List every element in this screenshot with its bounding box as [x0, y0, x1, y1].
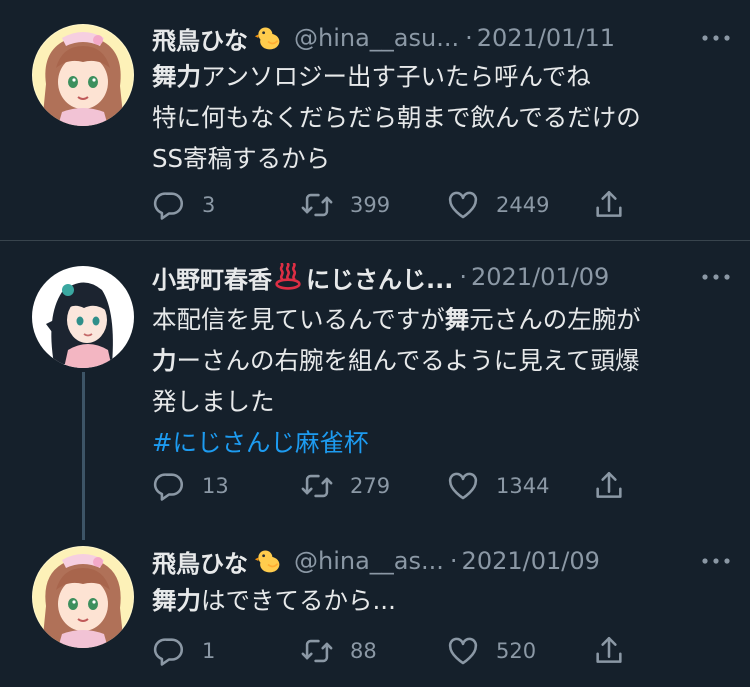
tweet-date[interactable]: 2021/01/09: [471, 263, 609, 291]
reply-icon: [152, 188, 186, 222]
heart-icon: [446, 188, 480, 222]
more-horizontal-icon[interactable]: [692, 543, 732, 579]
share-icon: [592, 469, 626, 503]
action-bar: 3 399 2449: [152, 185, 632, 225]
action-bar: 13 279 1344: [152, 466, 632, 506]
text-segment: 発しました: [152, 387, 275, 416]
separator-dot: ·: [459, 263, 467, 291]
tweet-text: 舞力はできてるから...: [152, 580, 730, 621]
reply-button[interactable]: 1: [152, 634, 215, 668]
text-segment: 舞力: [152, 586, 201, 615]
share-button[interactable]: [592, 634, 626, 668]
text-segment: アンソロジー出す子いたら呼んでね: [201, 62, 591, 91]
like-button[interactable]: 520: [446, 634, 536, 668]
retweet-count: 279: [350, 474, 391, 498]
text-segment: 元さんの左腕が: [469, 305, 641, 334]
like-count: 520: [496, 639, 537, 663]
text-segment: 本配信を見ているんですが: [152, 305, 445, 334]
text-line: 本配信を見ているんですが舞元さんの左腕が: [152, 299, 730, 340]
hot-springs-emoji: [274, 263, 302, 291]
retweet-icon: [300, 188, 334, 222]
reply-count: 1: [202, 639, 216, 663]
tweet-3[interactable]: 飛鳥ひな @hina__as... · 2021/01/09 舞力はできてるから…: [0, 521, 750, 687]
text-line: 舞力アンソロジー出す子いたら呼んでね: [152, 56, 730, 97]
retweet-button[interactable]: 279: [300, 469, 390, 503]
reply-count: 13: [202, 474, 229, 498]
action-bar: 1 88 520: [152, 631, 632, 671]
thread-connector-line: [82, 372, 85, 540]
display-name-suffix[interactable]: にじさんじ...: [306, 260, 453, 295]
share-button[interactable]: [592, 188, 626, 222]
tweet-date[interactable]: 2021/01/09: [462, 547, 600, 575]
avatar[interactable]: [32, 266, 134, 368]
retweet-count: 399: [350, 193, 391, 217]
avatar-image: [32, 546, 134, 648]
like-button[interactable]: 1344: [446, 469, 549, 503]
retweet-icon: [300, 469, 334, 503]
heart-icon: [446, 634, 480, 668]
avatar[interactable]: [32, 24, 134, 126]
hashtag-link[interactable]: #にじさんじ麻雀杯: [152, 428, 369, 457]
share-button[interactable]: [592, 469, 626, 503]
separator-dot: ·: [449, 547, 458, 575]
display-name[interactable]: 小野町春香: [152, 260, 272, 295]
tweet-header: 飛鳥ひな @hina__as... · 2021/01/09: [152, 543, 732, 579]
share-icon: [592, 188, 626, 222]
text-line: 発しました: [152, 381, 730, 422]
tweet-text: 舞力アンソロジー出す子いたら呼んでね 特に何もなくだらだら朝まで飲んでるだけの …: [152, 56, 730, 179]
tweet-1[interactable]: 飛鳥ひな @hina__asu... · 2021/01/11 舞力アンソロジー…: [0, 0, 750, 240]
text-line: 特に何もなくだらだら朝まで飲んでるだけの: [152, 97, 730, 138]
tweet-text: 本配信を見ているんですが舞元さんの左腕が 力ーさんの右腕を組んでるように見えて頭…: [152, 299, 730, 463]
separator-dot: ·: [465, 24, 473, 52]
baby-chick-emoji: [254, 24, 282, 52]
text-segment: はできてるから...: [201, 586, 396, 615]
text-line: 力ーさんの右腕を組んでるように見えて頭爆: [152, 340, 730, 381]
tweet-header: 飛鳥ひな @hina__asu... · 2021/01/11: [152, 20, 732, 56]
reply-icon: [152, 634, 186, 668]
retweet-icon: [300, 634, 334, 668]
user-handle[interactable]: @hina__as...: [294, 547, 444, 575]
user-handle[interactable]: @hina__asu...: [294, 24, 459, 52]
avatar-image: [32, 266, 134, 368]
text-segment: SS寄稿するから: [152, 144, 331, 173]
tweet-2[interactable]: 小野町春香 にじさんじ... · 2021/01/09 本配信を見ているんですが…: [0, 241, 750, 521]
like-count: 1344: [496, 474, 550, 498]
retweet-count: 88: [350, 639, 377, 663]
tweet-date[interactable]: 2021/01/11: [477, 24, 615, 52]
like-count: 2449: [496, 193, 550, 217]
avatar[interactable]: [32, 546, 134, 648]
reply-icon: [152, 469, 186, 503]
share-icon: [592, 634, 626, 668]
more-horizontal-icon[interactable]: [692, 20, 732, 56]
heart-icon: [446, 469, 480, 503]
retweet-button[interactable]: 399: [300, 188, 390, 222]
text-line: SS寄稿するから: [152, 138, 730, 179]
reply-button[interactable]: 3: [152, 188, 215, 222]
more-horizontal-icon[interactable]: [692, 259, 732, 295]
text-segment: 舞力: [152, 62, 201, 91]
avatar-image: [32, 24, 134, 126]
retweet-button[interactable]: 88: [300, 634, 377, 668]
reply-count: 3: [202, 193, 216, 217]
text-segment: ーさんの右腕を組んでるように見えて頭爆: [176, 346, 640, 375]
text-segment: 力: [152, 346, 177, 375]
text-segment: 特に何もなくだらだら朝まで飲んでるだけの: [152, 103, 641, 132]
baby-chick-emoji: [254, 547, 282, 575]
display-name[interactable]: 飛鳥ひな: [152, 21, 248, 56]
text-segment: 舞: [444, 305, 470, 334]
reply-button[interactable]: 13: [152, 469, 229, 503]
like-button[interactable]: 2449: [446, 188, 549, 222]
text-line: #にじさんじ麻雀杯: [152, 422, 730, 463]
text-line: 舞力はできてるから...: [152, 580, 730, 621]
display-name[interactable]: 飛鳥ひな: [152, 544, 248, 579]
tweet-header: 小野町春香 にじさんじ... · 2021/01/09: [152, 259, 732, 295]
